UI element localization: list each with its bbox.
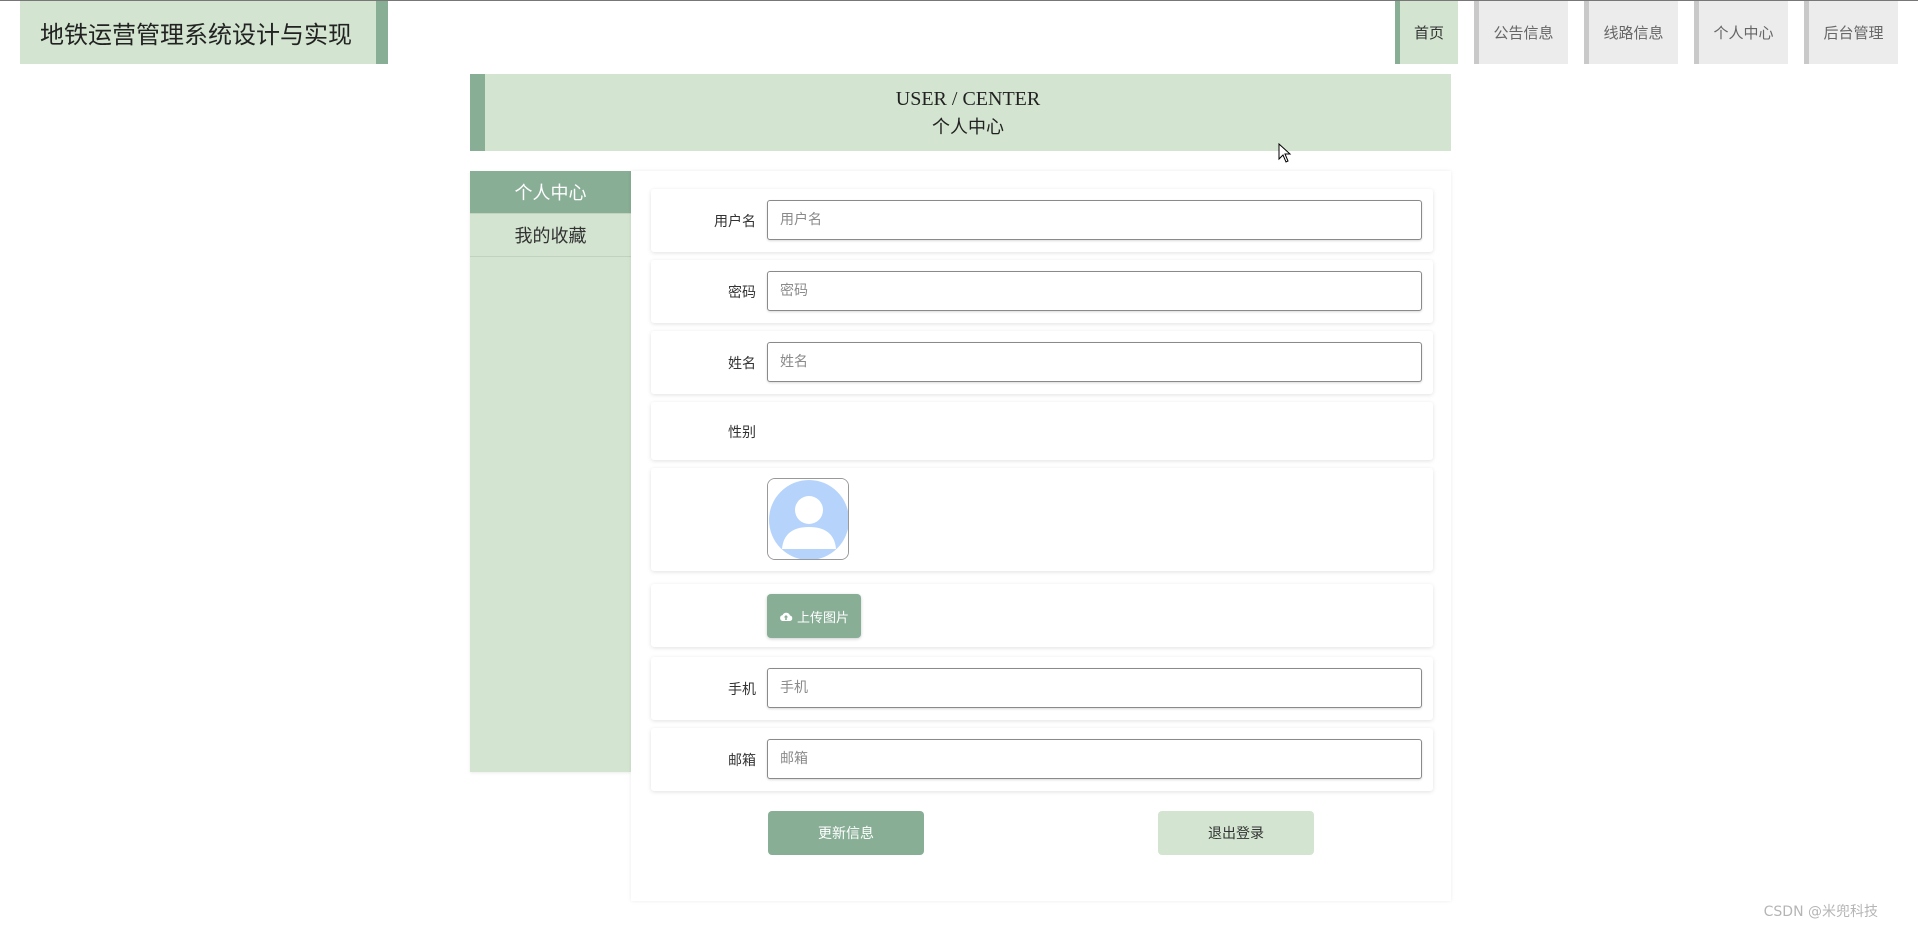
update-info-button[interactable]: 更新信息 [768,811,924,855]
upload-image-button[interactable]: 上传图片 [767,594,861,638]
page-header-banner: USER / CENTER 个人中心 [470,74,1451,151]
top-nav: 首页 公告信息 线路信息 个人中心 后台管理 [1379,1,1898,64]
mouse-cursor-icon [1278,143,1292,163]
nav-item-home[interactable]: 首页 [1395,1,1458,64]
username-label: 用户名 [714,214,756,230]
nav-item-announcements[interactable]: 公告信息 [1474,1,1568,64]
cloud-upload-icon [780,612,793,621]
password-label: 密码 [728,285,756,301]
form-row-name: 姓名 [651,331,1433,394]
gender-label: 性别 [728,425,756,441]
phone-label: 手机 [728,682,756,698]
nav-item-admin[interactable]: 后台管理 [1804,1,1898,64]
password-input[interactable] [767,271,1422,311]
form-row-password: 密码 [651,260,1433,323]
username-input[interactable] [767,200,1422,240]
watermark: CSDN @米兜科技 [1763,904,1878,920]
phone-input[interactable] [767,668,1422,708]
form-row-avatar [651,468,1433,571]
sidebar-item-user-center[interactable]: 个人中心 [470,171,631,214]
logout-button[interactable]: 退出登录 [1158,811,1314,855]
form-row-upload: 上传图片 [651,584,1433,647]
profile-form-panel: 用户名 密码 姓名 性别 上传图片 手 [631,171,1451,901]
form-row-gender: 性别 [651,402,1433,460]
name-label: 姓名 [728,356,756,372]
form-row-username: 用户名 [651,189,1433,252]
upload-image-label: 上传图片 [796,609,849,625]
app-title: 地铁运营管理系统设计与实现 [40,21,352,49]
sidebar-item-favorites[interactable]: 我的收藏 [470,214,631,257]
avatar-preview[interactable] [767,478,849,560]
page-title-cn: 个人中心 [932,117,1004,137]
form-row-email: 邮箱 [651,728,1433,791]
name-input[interactable] [767,342,1422,382]
email-label: 邮箱 [728,753,756,769]
email-input[interactable] [767,739,1422,779]
nav-item-user-center[interactable]: 个人中心 [1694,1,1788,64]
page-title-en: USER / CENTER [895,88,1041,110]
avatar-placeholder-icon [768,479,848,559]
sidebar: 个人中心 我的收藏 [470,171,631,772]
app-title-block: 地铁运营管理系统设计与实现 [20,1,388,64]
nav-item-lines[interactable]: 线路信息 [1584,1,1678,64]
form-row-phone: 手机 [651,657,1433,720]
